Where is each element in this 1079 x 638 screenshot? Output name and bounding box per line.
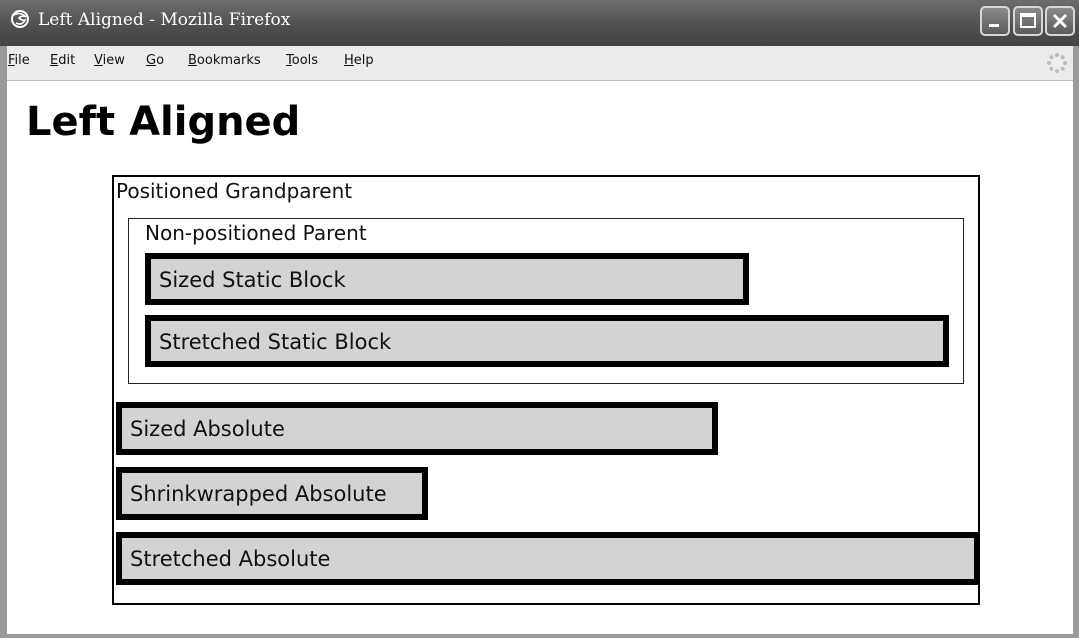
shrinkwrapped-absolute-block-label: Shrinkwrapped Absolute: [130, 482, 387, 506]
browser-window: Left Aligned - Mozilla Firefox File Edit…: [0, 0, 1079, 638]
positioned-grandparent: Positioned Grandparent Non-positioned Pa…: [112, 175, 980, 605]
grandparent-label: Positioned Grandparent: [116, 179, 353, 203]
title-bar[interactable]: Left Aligned - Mozilla Firefox: [0, 0, 1079, 46]
stretched-absolute-block-label: Stretched Absolute: [130, 547, 331, 571]
stretched-static-block: Stretched Static Block: [145, 315, 949, 367]
minimize-icon: [989, 24, 999, 27]
sized-absolute-block-label: Sized Absolute: [130, 417, 285, 441]
menu-file[interactable]: File: [8, 53, 30, 68]
sized-static-block-label: Sized Static Block: [159, 268, 346, 292]
window-frame-bottom: [0, 634, 1079, 638]
menu-bookmarks[interactable]: Bookmarks: [188, 53, 261, 68]
firefox-icon: [10, 9, 30, 29]
menu-view[interactable]: View: [94, 53, 125, 68]
close-icon: [1052, 13, 1068, 29]
minimize-button[interactable]: [980, 6, 1010, 36]
close-button[interactable]: [1045, 6, 1075, 36]
menu-edit[interactable]: Edit: [50, 53, 75, 68]
shrinkwrapped-absolute-block: Shrinkwrapped Absolute: [116, 467, 428, 520]
maximize-icon: [1020, 13, 1036, 28]
non-positioned-parent: Non-positioned Parent Sized Static Block…: [128, 218, 964, 384]
window-frame-right: [1073, 46, 1079, 638]
page-content: Left Aligned Positioned Grandparent Non-…: [7, 81, 1073, 635]
window-frame-left: [0, 46, 7, 638]
menu-tools[interactable]: Tools: [286, 53, 318, 68]
stretched-absolute-block: Stretched Absolute: [116, 532, 980, 585]
window-title: Left Aligned - Mozilla Firefox: [38, 10, 291, 30]
page-title: Left Aligned: [26, 99, 301, 145]
menu-go[interactable]: Go: [146, 53, 164, 68]
menu-help[interactable]: Help: [344, 53, 374, 68]
sized-absolute-block: Sized Absolute: [116, 402, 718, 455]
throbber-icon: [1045, 51, 1069, 75]
parent-label: Non-positioned Parent: [145, 221, 367, 245]
menu-bar: File Edit View Go Bookmarks Tools Help: [0, 46, 1079, 81]
maximize-button[interactable]: [1013, 6, 1043, 36]
sized-static-block: Sized Static Block: [145, 253, 749, 305]
stretched-static-block-label: Stretched Static Block: [159, 330, 392, 354]
